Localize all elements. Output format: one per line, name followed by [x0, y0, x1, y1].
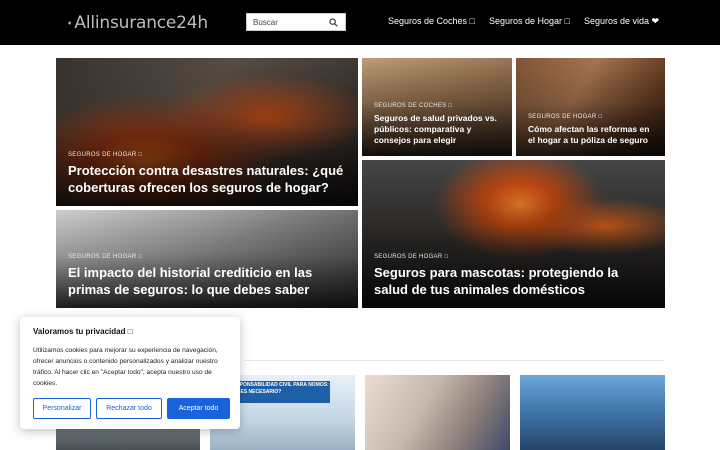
search-icon[interactable]	[325, 14, 341, 30]
main-nav: Seguros de Coches □ Seguros de Hogar □ S…	[388, 16, 659, 27]
post-title[interactable]: Seguros para mascotas: protegiendo la sa…	[374, 264, 655, 298]
logo-text: Allinsurance24h	[74, 13, 208, 33]
people-document-image	[365, 375, 510, 450]
nav-seguros-coches[interactable]: Seguros de Coches □	[388, 16, 475, 27]
section-divider	[245, 360, 664, 361]
post-thumbnail-4[interactable]	[520, 375, 665, 450]
cookie-consent-banner: Valoramos tu privacidad □ Utilizamos coo…	[20, 317, 240, 429]
post-title[interactable]: Protección contra desastres naturales: ¿…	[68, 162, 348, 196]
post-category[interactable]: SEGUROS DE HOGAR □	[374, 254, 655, 260]
site-logo[interactable]: Allinsurance24h	[68, 3, 208, 43]
post-category[interactable]: SEGUROS DE HOGAR □	[68, 152, 348, 158]
featured-post-3[interactable]: SEGUROS DE HOGAR □ Cómo afectan las refo…	[516, 58, 665, 156]
cookie-title: Valoramos tu privacidad □	[33, 327, 133, 336]
search-box	[246, 13, 346, 31]
featured-post-5[interactable]: SEGUROS DE HOGAR □ Seguros para mascotas…	[362, 160, 665, 308]
customize-button[interactable]: Personalizar	[33, 398, 91, 419]
accept-all-button[interactable]: Aceptar todo	[167, 398, 230, 419]
post-title[interactable]: El impacto del historial crediticio en l…	[68, 264, 348, 298]
post-title[interactable]: Seguros de salud privados vs. públicos: …	[374, 113, 502, 146]
search-input[interactable]	[247, 14, 325, 30]
cookie-description: Utilizamos cookies para mejorar su exper…	[33, 347, 218, 387]
featured-post-4[interactable]: SEGUROS DE HOGAR □ El impacto del histor…	[56, 210, 358, 308]
shield-logo-icon	[68, 21, 72, 25]
reject-all-button[interactable]: Rechazar todo	[96, 398, 162, 419]
post-category[interactable]: SEGUROS DE HOGAR □	[528, 114, 655, 120]
post-category[interactable]: SEGUROS DE HOGAR □	[68, 254, 348, 260]
nav-seguros-vida[interactable]: Seguros de vida ❤	[584, 16, 659, 27]
site-header: Allinsurance24h Seguros de Coches □ Segu…	[0, 0, 720, 45]
smart-city-image	[520, 375, 665, 450]
featured-post-1[interactable]: SEGUROS DE HOGAR □ Protección contra des…	[56, 58, 358, 206]
nav-seguros-hogar[interactable]: Seguros de Hogar □	[489, 16, 570, 27]
featured-post-2[interactable]: SEGUROS DE COCHES □ Seguros de salud pri…	[362, 58, 512, 156]
post-thumbnail-3[interactable]	[365, 375, 510, 450]
post-title[interactable]: Cómo afectan las reformas en el hogar a …	[528, 124, 655, 146]
post-category[interactable]: SEGUROS DE COCHES □	[374, 103, 502, 109]
